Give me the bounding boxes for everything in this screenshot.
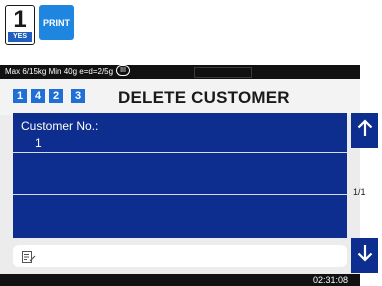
bottom-bar: 02:31:08 xyxy=(0,274,360,286)
breadcrumb-item: 1 xyxy=(13,89,27,103)
print-key-label: PRINT xyxy=(43,17,70,28)
edit-icon xyxy=(22,250,36,268)
field-value: 1 xyxy=(35,136,42,150)
search-input[interactable] xyxy=(13,245,347,267)
arrow-down-icon xyxy=(357,244,373,267)
scroll-down-button[interactable] xyxy=(351,238,378,273)
page-indicator: 1/1 xyxy=(353,187,366,197)
key-sub-label: YES xyxy=(8,32,32,42)
title-row: 1 4 2 3 DELETE CUSTOMER xyxy=(0,79,360,115)
breadcrumb-item: 3 xyxy=(71,89,85,103)
customer-number-row[interactable]: Customer No.: 1 xyxy=(13,113,347,153)
accuracy-class-badge: III xyxy=(116,65,130,77)
page-title: DELETE CUSTOMER xyxy=(118,88,290,107)
empty-row[interactable] xyxy=(13,155,347,195)
print-key-icon: PRINT xyxy=(39,5,74,40)
customer-form-list: Customer No.: 1 xyxy=(13,113,347,238)
scale-screen: Max 6/15kg Min 40g e=d=2/5g III 1 4 2 3 D… xyxy=(0,65,360,286)
arrow-up-icon xyxy=(357,119,373,142)
key-number: 1 xyxy=(13,6,27,33)
scale-info-text: Max 6/15kg Min 40g e=d=2/5g xyxy=(5,67,114,76)
status-indicator-slot xyxy=(194,67,252,78)
scale-info: Max 6/15kg Min 40g e=d=2/5g III xyxy=(5,65,130,79)
breadcrumb-item: 2 xyxy=(49,89,63,103)
yes-key-icon: 1 YES xyxy=(5,5,35,45)
field-label: Customer No.: xyxy=(21,119,99,133)
status-bar: Max 6/15kg Min 40g e=d=2/5g III xyxy=(0,65,360,79)
empty-row[interactable] xyxy=(13,197,347,237)
breadcrumb-item: 4 xyxy=(31,89,45,103)
scroll-up-button[interactable] xyxy=(351,113,378,148)
clock: 02:31:08 xyxy=(312,275,348,285)
